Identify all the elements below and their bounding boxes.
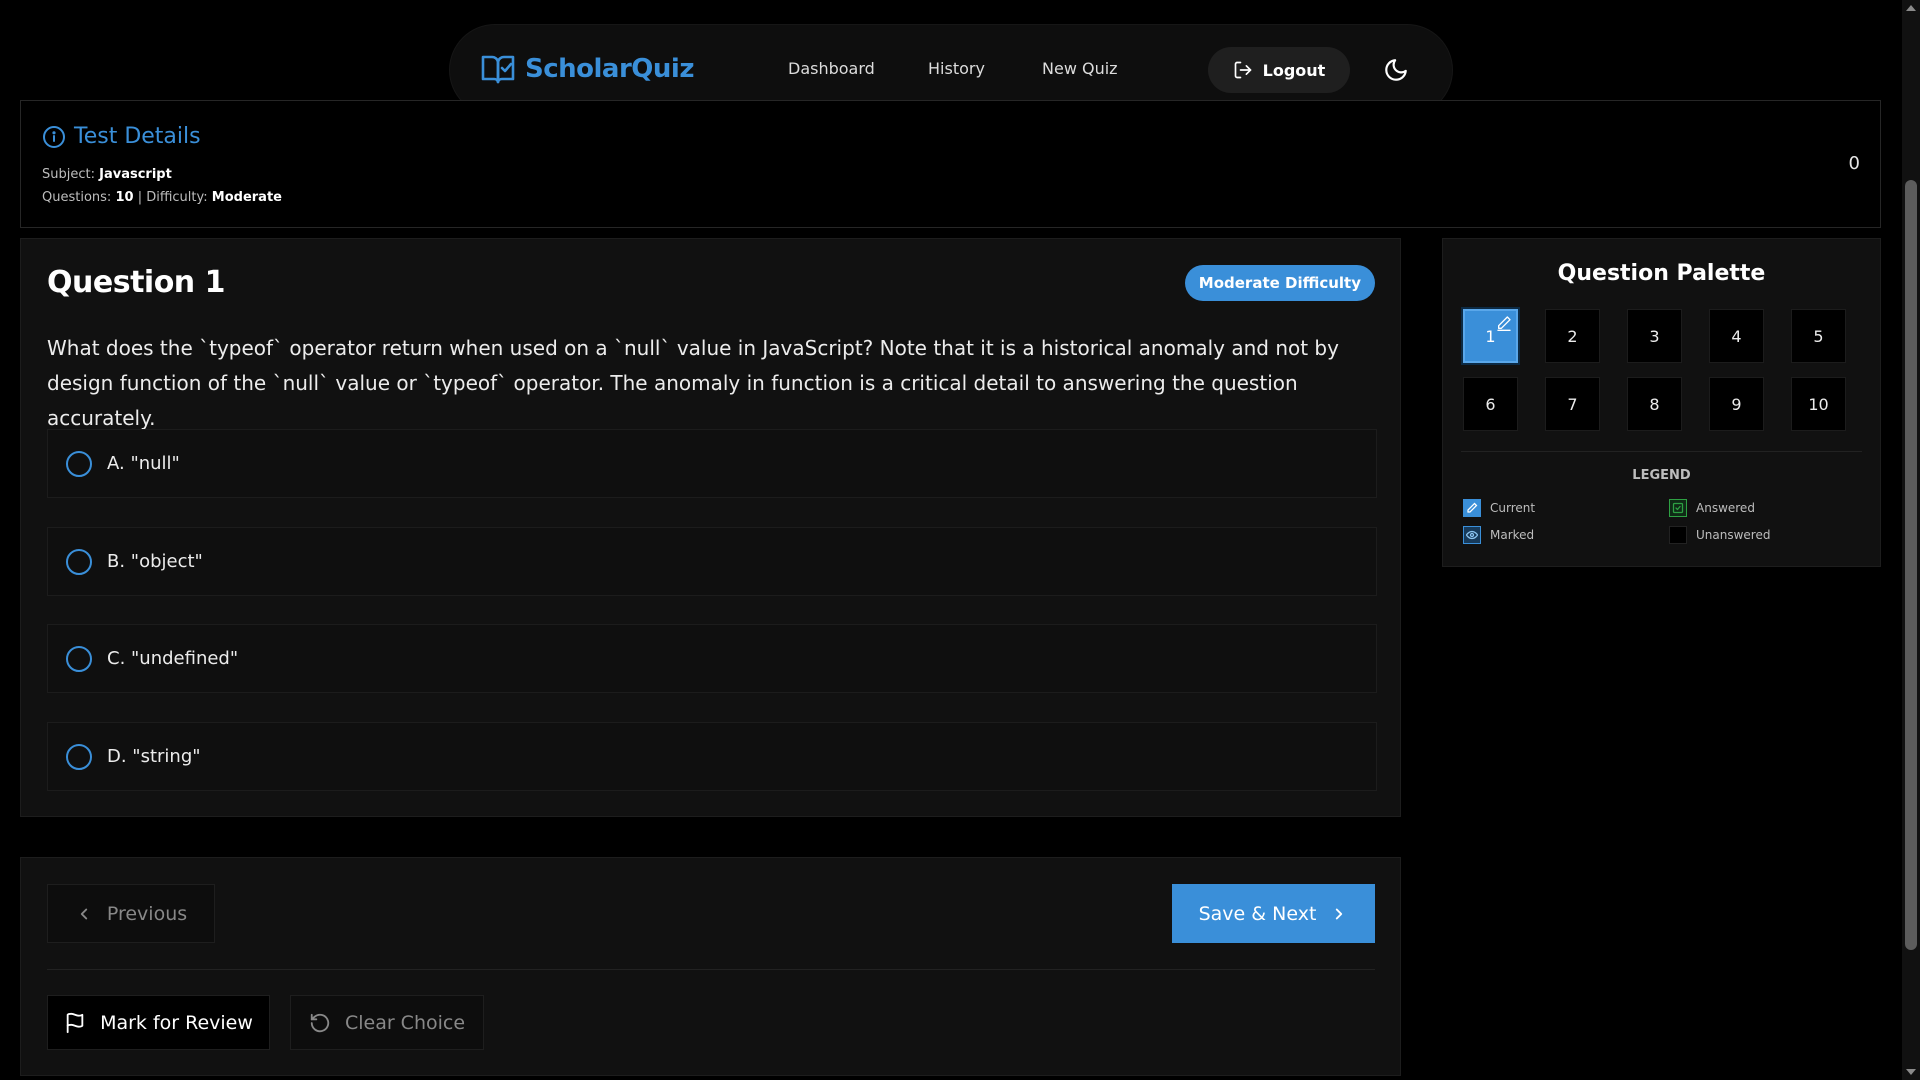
option-a-radio[interactable]: [66, 450, 92, 477]
mark-for-review-button[interactable]: Mark for Review: [47, 995, 270, 1050]
brand[interactable]: ScholarQuiz: [481, 53, 694, 85]
palette-number: 8: [1649, 394, 1660, 414]
palette-number: 5: [1813, 326, 1824, 346]
scroll-down-arrow[interactable]: [1906, 1069, 1916, 1075]
option-d-label: D. "string": [107, 746, 201, 767]
test-details-panel: Test Details Subject: Javascript Questio…: [20, 100, 1881, 228]
nav-link-history[interactable]: History: [928, 59, 985, 78]
palette-button-9[interactable]: 9: [1709, 377, 1764, 431]
pencil-icon: [1497, 316, 1511, 331]
empty-square-icon: [1669, 526, 1687, 544]
palette-number: 3: [1649, 326, 1660, 346]
palette-divider: [1461, 451, 1862, 452]
moon-icon[interactable]: [1383, 57, 1409, 83]
palette-number: 6: [1485, 394, 1496, 414]
separator: |: [137, 190, 143, 205]
logout-icon: [1234, 61, 1251, 79]
palette-number: 1: [1485, 326, 1496, 346]
scroll-up-arrow[interactable]: [1906, 5, 1916, 11]
palette-number: 7: [1567, 394, 1578, 414]
difficulty-value: Moderate: [211, 190, 282, 205]
previous-label: Previous: [106, 902, 188, 925]
save-next-label: Save & Next: [1198, 902, 1317, 925]
legend-unanswered-label: Unanswered: [1696, 528, 1771, 542]
palette-button-2[interactable]: 2: [1545, 309, 1600, 363]
legend-answered: Answered: [1669, 499, 1755, 517]
legend-current: Current: [1463, 499, 1535, 517]
legend-title: LEGEND: [1632, 468, 1691, 483]
question-text: What does the `typeof` operator return w…: [47, 336, 1339, 430]
questions-label: Questions:: [42, 190, 112, 205]
scrollbar-thumb[interactable]: [1905, 180, 1917, 950]
option-b-label: B. "object": [107, 551, 203, 572]
palette-button-6[interactable]: 6: [1463, 377, 1518, 431]
chevron-right-icon: [1336, 908, 1343, 919]
legend-unanswered: Unanswered: [1669, 526, 1770, 544]
palette-button-8[interactable]: 8: [1627, 377, 1682, 431]
chevron-left-icon: [80, 908, 88, 919]
info-icon: [43, 125, 65, 148]
controls-divider: [47, 969, 1375, 970]
palette-button-10[interactable]: 10: [1791, 377, 1846, 431]
palette-number: 10: [1808, 394, 1829, 414]
option-b-radio[interactable]: [66, 548, 92, 575]
timer-value: 0: [1848, 153, 1860, 174]
question-title: Question 1: [47, 265, 225, 300]
navigation-controls: Previous Save & Next Mark for Review Cle…: [20, 857, 1401, 1076]
mark-for-review-label: Mark for Review: [100, 1011, 253, 1034]
option-b[interactable]: B. "object": [47, 527, 1377, 596]
option-c-label: C. "undefined": [107, 648, 239, 669]
test-details-title: Test Details: [74, 124, 201, 149]
question-card: Question 1 Moderate Difficulty What does…: [20, 238, 1401, 817]
legend-current-label: Current: [1490, 501, 1536, 515]
logout-button[interactable]: Logout: [1208, 47, 1350, 93]
subject-line: Subject: Javascript: [42, 167, 172, 182]
option-a[interactable]: A. "null": [47, 429, 1377, 498]
scrollbar[interactable]: [1902, 0, 1920, 1080]
eye-icon: [1463, 526, 1481, 544]
legend-marked-label: Marked: [1490, 528, 1535, 542]
palette-button-3[interactable]: 3: [1627, 309, 1682, 363]
palette-number: 4: [1731, 326, 1742, 346]
nav-link-new-quiz[interactable]: New Quiz: [1042, 59, 1118, 78]
flag-icon: [66, 1012, 84, 1033]
pencil-icon: [1463, 499, 1481, 517]
option-c-radio[interactable]: [66, 645, 92, 672]
option-c[interactable]: C. "undefined": [47, 624, 1377, 693]
rotate-ccw-icon: [310, 1013, 330, 1032]
clear-choice-label: Clear Choice: [344, 1011, 466, 1034]
palette-number: 2: [1567, 326, 1578, 346]
legend-marked: Marked: [1463, 526, 1534, 544]
save-next-button[interactable]: Save & Next: [1172, 884, 1375, 943]
palette-button-4[interactable]: 4: [1709, 309, 1764, 363]
palette-button-5[interactable]: 5: [1791, 309, 1846, 363]
question-palette: Question Palette 1 2 3 4 5 6 7 8 9 10 LE…: [1442, 238, 1881, 567]
option-d-radio[interactable]: [66, 743, 92, 770]
subject-value: Javascript: [99, 167, 172, 182]
option-d[interactable]: D. "string": [47, 722, 1377, 791]
difficulty-badge: Moderate Difficulty: [1184, 265, 1375, 301]
test-details-header: Test Details: [42, 124, 201, 149]
clear-choice-button[interactable]: Clear Choice: [290, 995, 484, 1050]
questions-value: 10: [115, 190, 134, 205]
nav-link-dashboard[interactable]: Dashboard: [788, 59, 875, 78]
brand-name: ScholarQuiz: [525, 54, 694, 84]
difficulty-label: Difficulty:: [146, 190, 208, 205]
check-square-icon: [1669, 499, 1687, 517]
palette-button-1[interactable]: 1: [1463, 309, 1518, 363]
questions-difficulty-line: Questions: 10 | Difficulty: Moderate: [42, 190, 282, 205]
book-check-icon: [481, 55, 515, 84]
logout-label: Logout: [1262, 60, 1326, 80]
palette-title: Question Palette: [1557, 261, 1766, 286]
legend-answered-label: Answered: [1696, 501, 1755, 515]
previous-button[interactable]: Previous: [47, 884, 215, 943]
subject-label: Subject:: [42, 167, 95, 182]
palette-button-7[interactable]: 7: [1545, 377, 1600, 431]
palette-number: 9: [1731, 394, 1742, 414]
option-a-label: A. "null": [107, 453, 180, 474]
